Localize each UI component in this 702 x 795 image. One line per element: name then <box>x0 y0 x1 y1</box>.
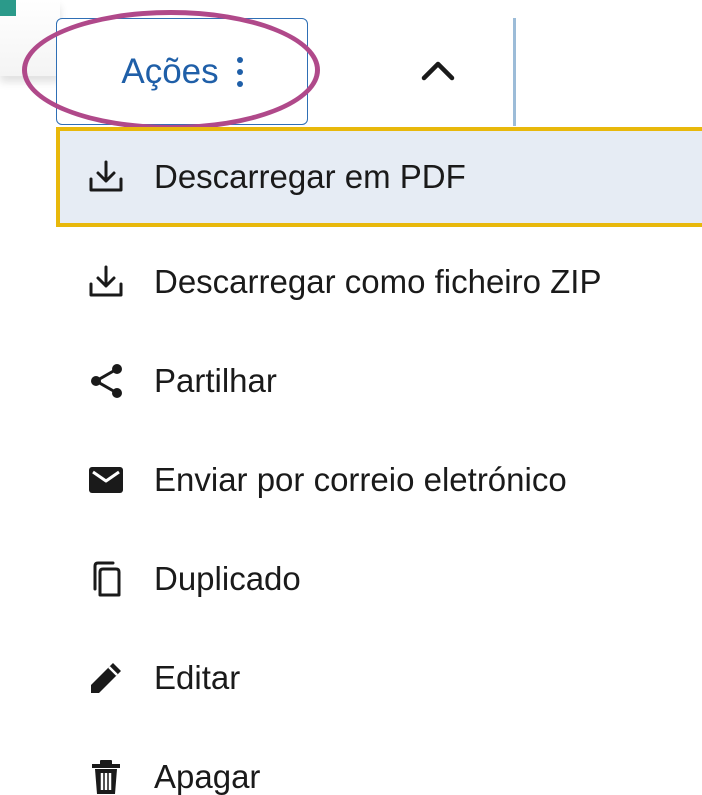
actions-dropdown-menu: Descarregar em PDF Descarregar como fich… <box>56 127 702 795</box>
menu-item-delete[interactable]: Apagar <box>56 727 702 795</box>
menu-item-label: Descarregar em PDF <box>154 158 466 195</box>
collapse-button[interactable] <box>400 40 476 100</box>
menu-item-label: Enviar por correio eletrónico <box>154 460 567 498</box>
menu-item-label: Duplicado <box>154 559 301 597</box>
copy-icon <box>86 559 126 599</box>
pencil-icon <box>86 658 126 698</box>
more-vertical-icon <box>236 56 243 87</box>
email-icon <box>86 460 126 500</box>
menu-item-download-zip[interactable]: Descarregar como ficheiro ZIP <box>56 232 702 331</box>
menu-item-share[interactable]: Partilhar <box>56 331 702 430</box>
chevron-up-icon <box>421 61 455 81</box>
actions-button-label: Ações <box>121 51 219 91</box>
download-icon <box>86 262 126 302</box>
menu-item-label: Apagar <box>154 757 261 795</box>
menu-item-label: Partilhar <box>154 361 277 399</box>
actions-menu-button[interactable]: Ações <box>56 18 308 125</box>
toolbar-divider <box>513 18 516 126</box>
menu-item-duplicate[interactable]: Duplicado <box>56 529 702 628</box>
menu-item-download-pdf[interactable]: Descarregar em PDF <box>56 127 702 227</box>
corner-marker <box>0 0 16 16</box>
share-icon <box>86 361 126 401</box>
menu-item-edit[interactable]: Editar <box>56 628 702 727</box>
menu-item-label: Descarregar como ficheiro ZIP <box>154 262 602 300</box>
menu-item-email[interactable]: Enviar por correio eletrónico <box>56 430 702 529</box>
download-icon <box>86 157 126 197</box>
trash-icon <box>86 757 126 795</box>
menu-item-label: Editar <box>154 658 241 696</box>
